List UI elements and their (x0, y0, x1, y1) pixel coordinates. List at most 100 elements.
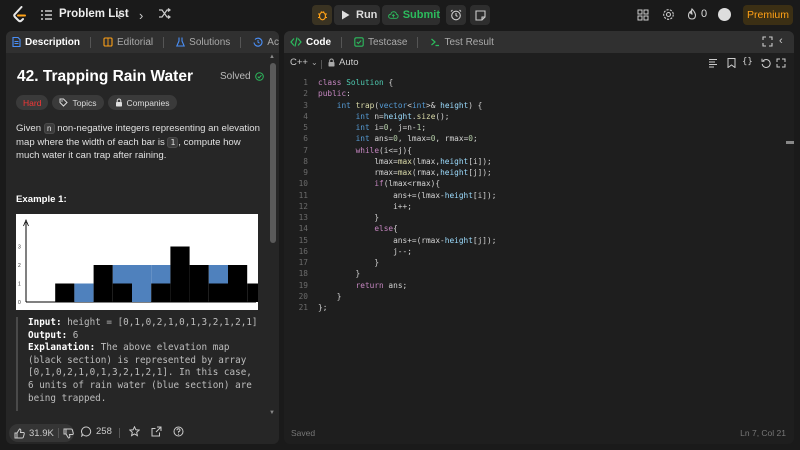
code-line[interactable]: 18 } (284, 268, 794, 279)
collapse-chevron-icon[interactable]: ‹ (779, 35, 783, 47)
tag-icon (59, 98, 69, 107)
companies-button[interactable]: Companies (107, 95, 177, 110)
code-text: int i=0, j=n-1; (355, 123, 427, 132)
problem-title[interactable]: 42. Trapping Rain Water (17, 68, 193, 86)
scroll-up-arrow-icon[interactable]: ▲ (269, 54, 275, 60)
code-line[interactable]: 4 int n=height.size(); (284, 111, 794, 122)
code-editor[interactable]: 1 class Solution {2 public: 3 int trap(vect… (284, 77, 794, 313)
code-line[interactable]: 3 int trap(vector<int>& height) { (284, 100, 794, 111)
tab-code[interactable]: Code (284, 31, 348, 53)
debug-button[interactable] (312, 5, 332, 25)
code-line[interactable]: 13 } (284, 212, 794, 223)
share-icon[interactable] (151, 426, 162, 437)
code-line[interactable]: 12 i++; (284, 201, 794, 212)
favorite-star-icon[interactable] (129, 426, 140, 437)
prev-problem-icon[interactable]: ‹ (117, 8, 121, 23)
code-line[interactable]: 10 if(lmax<rmax){ (284, 178, 794, 189)
code-line[interactable]: 17 } (284, 257, 794, 268)
code-line[interactable]: 14 else{ (284, 223, 794, 234)
code-line[interactable]: 19 return ans; (284, 280, 794, 291)
elevation-bar (55, 283, 75, 302)
language-select[interactable]: C++ ⌄ (290, 57, 318, 68)
elevation-map-image: 0 1 2 3 (16, 214, 267, 310)
code-line[interactable]: 8 lmax=max(lmax,height[i]); (284, 156, 794, 167)
input-value: height = [0,1,0,2,1,0,1,3,2,1,2,1] (67, 317, 258, 328)
code-line[interactable]: 5 int i=0, j=n-1; (284, 122, 794, 133)
submit-button[interactable]: Submit (382, 5, 440, 25)
problem-list-icon[interactable] (40, 9, 53, 21)
code-line[interactable]: 6 int ans=0, lmax=0, rmax=0; (284, 133, 794, 144)
comments-button[interactable]: 258 (81, 426, 112, 437)
maximize-icon[interactable] (762, 36, 773, 50)
code-text: j--; (318, 246, 412, 256)
thumbs-down-icon[interactable] (63, 428, 74, 439)
shuffle-icon[interactable] (158, 8, 171, 19)
scroll-down-arrow-icon[interactable]: ▼ (269, 410, 275, 416)
code-text: } (318, 213, 380, 222)
code-line[interactable]: 20 } (284, 291, 794, 302)
code-line[interactable]: 9 rmax=max(rmax,height[j]); (284, 167, 794, 178)
tab-editorial[interactable]: Editorial (97, 31, 170, 53)
tab-solutions[interactable]: Solutions (170, 31, 247, 53)
output-label: Output: (28, 329, 68, 341)
line-number: 13 (298, 213, 308, 222)
auto-mode[interactable]: Auto (328, 57, 359, 68)
code-line[interactable]: 2 public: (284, 88, 794, 99)
tab-testcase[interactable]: Testcase (348, 31, 424, 53)
thumbs-up-icon[interactable] (14, 427, 25, 439)
code-line[interactable]: 1 class Solution { (284, 77, 794, 88)
top-bar: Problem List ‹ › Run Submit 0 Premium (0, 0, 800, 30)
code-line[interactable]: 11 ans+=(lmax-height[i]); (284, 190, 794, 201)
description-footer: 31.9K 258 (6, 422, 279, 444)
water-cell (112, 265, 132, 284)
line-number: 12 (298, 201, 308, 211)
braces-icon[interactable]: {} (742, 57, 753, 67)
scrollbar-thumb[interactable] (270, 63, 276, 243)
leetcode-logo-icon[interactable] (12, 6, 30, 24)
code-line[interactable]: 15 ans+=(rmax-height[j]); (284, 235, 794, 246)
reset-icon[interactable] (761, 58, 771, 71)
axis-tick-label: 3 (18, 245, 21, 251)
cloud-upload-icon (388, 11, 399, 19)
tab-accepted[interactable]: Accepted ✕ (247, 31, 279, 53)
bug-icon (317, 10, 327, 20)
fire-icon (687, 8, 697, 20)
bookmark-icon[interactable] (727, 58, 736, 71)
chevron-down-icon: ⌄ (310, 58, 318, 67)
code-line[interactable]: 16 j--; (284, 246, 794, 257)
tab-description[interactable]: Description (6, 31, 97, 53)
expand-editor-icon[interactable] (776, 58, 786, 71)
line-number: 4 (303, 111, 308, 121)
water-cell (74, 283, 94, 302)
editor-toolbar: C++ ⌄ Auto {} (284, 53, 794, 73)
next-problem-icon[interactable]: › (139, 8, 143, 23)
timer-button[interactable] (446, 5, 466, 25)
line-number: 14 (298, 224, 308, 234)
settings-gear-icon[interactable] (662, 8, 675, 21)
code-brackets-icon (290, 37, 302, 47)
format-icon[interactable] (708, 58, 718, 71)
play-icon (342, 10, 350, 20)
line-number: 16 (298, 246, 308, 256)
premium-button[interactable]: Premium (743, 5, 793, 25)
streak-counter[interactable]: 0 (687, 8, 707, 20)
code-text: } (318, 291, 342, 301)
notes-button[interactable] (470, 5, 490, 25)
note-icon (474, 9, 486, 21)
code-line[interactable]: 7 while(i<=j){ (284, 145, 794, 156)
tab-test-result[interactable]: Test Result (424, 31, 499, 53)
topics-button[interactable]: Topics (52, 95, 104, 110)
language-label: C++ (290, 57, 308, 68)
layout-grid-icon[interactable] (637, 9, 649, 21)
user-avatar[interactable] (718, 8, 731, 21)
tab-solutions-label: Solutions (189, 36, 231, 48)
code-text: int ans=0, lmax=0, rmax=0; (355, 134, 478, 144)
like-dislike-group: 31.9K (9, 424, 74, 442)
run-button[interactable]: Run (334, 5, 380, 25)
problem-tags: Hard Topics Companies (16, 95, 177, 110)
help-question-icon[interactable] (173, 426, 184, 437)
editor-footer: Saved Ln 7, Col 21 (284, 422, 794, 444)
code-text: } (318, 258, 380, 267)
code-line[interactable]: 21}; (284, 302, 794, 313)
submit-label: Submit (402, 9, 440, 21)
